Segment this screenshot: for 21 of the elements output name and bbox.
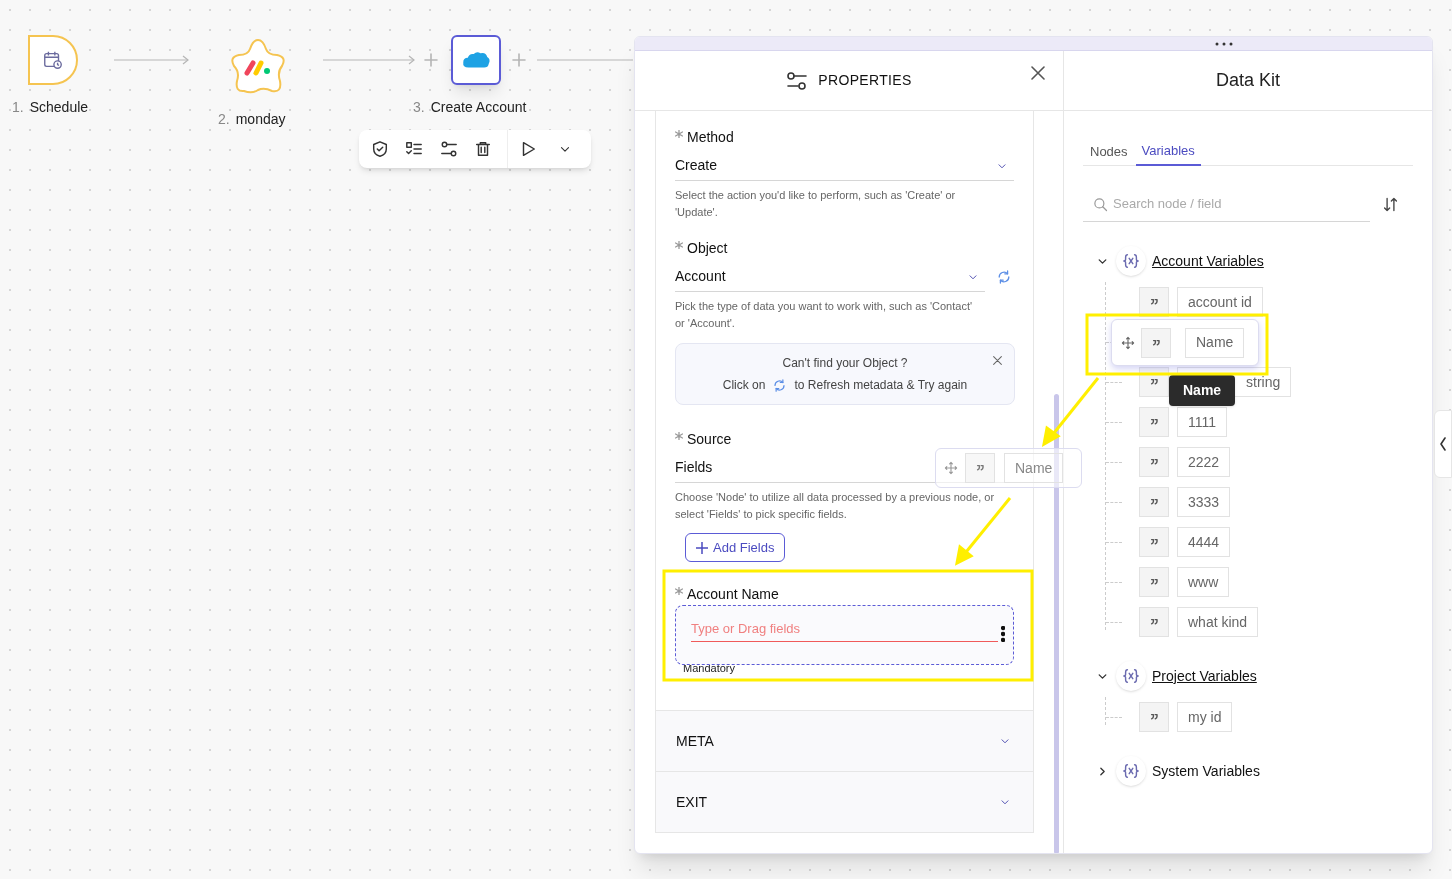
notice-text: to Refresh metadata & Try again <box>794 377 968 394</box>
step-number: 2. <box>218 110 230 129</box>
field-label: Account Name <box>687 584 779 604</box>
step-number: 1. <box>12 98 24 117</box>
notice-title: Can't find your Object ? <box>782 355 908 372</box>
node-label: monday <box>235 110 286 129</box>
step-number: 3. <box>413 98 425 117</box>
field-label: Object <box>687 238 728 258</box>
hint-text: Choose 'Node' to utilize all data processed by a previous node, or select 'Fields' to pick specific fields. <box>675 490 996 522</box>
node-label: Create Account <box>430 98 527 117</box>
hint-text: Pick the type of data you want to work with, such as 'Contact' or 'Account'. <box>675 299 974 331</box>
helper-text: Mandatory <box>683 662 736 674</box>
field-label: Method <box>687 127 734 147</box>
hint-text: Select the action you'd like to perform, such as 'Create' or 'Update'. <box>675 188 957 220</box>
panel-title: PROPERTIES <box>818 71 912 90</box>
variable-chip: Name <box>1004 453 1064 483</box>
tooltip: Name <box>1169 375 1236 406</box>
node-label: Schedule <box>29 98 89 117</box>
panel-title: Data Kit <box>1216 69 1280 92</box>
field-label: Source <box>687 429 732 449</box>
notice-text: Click on <box>722 377 766 394</box>
